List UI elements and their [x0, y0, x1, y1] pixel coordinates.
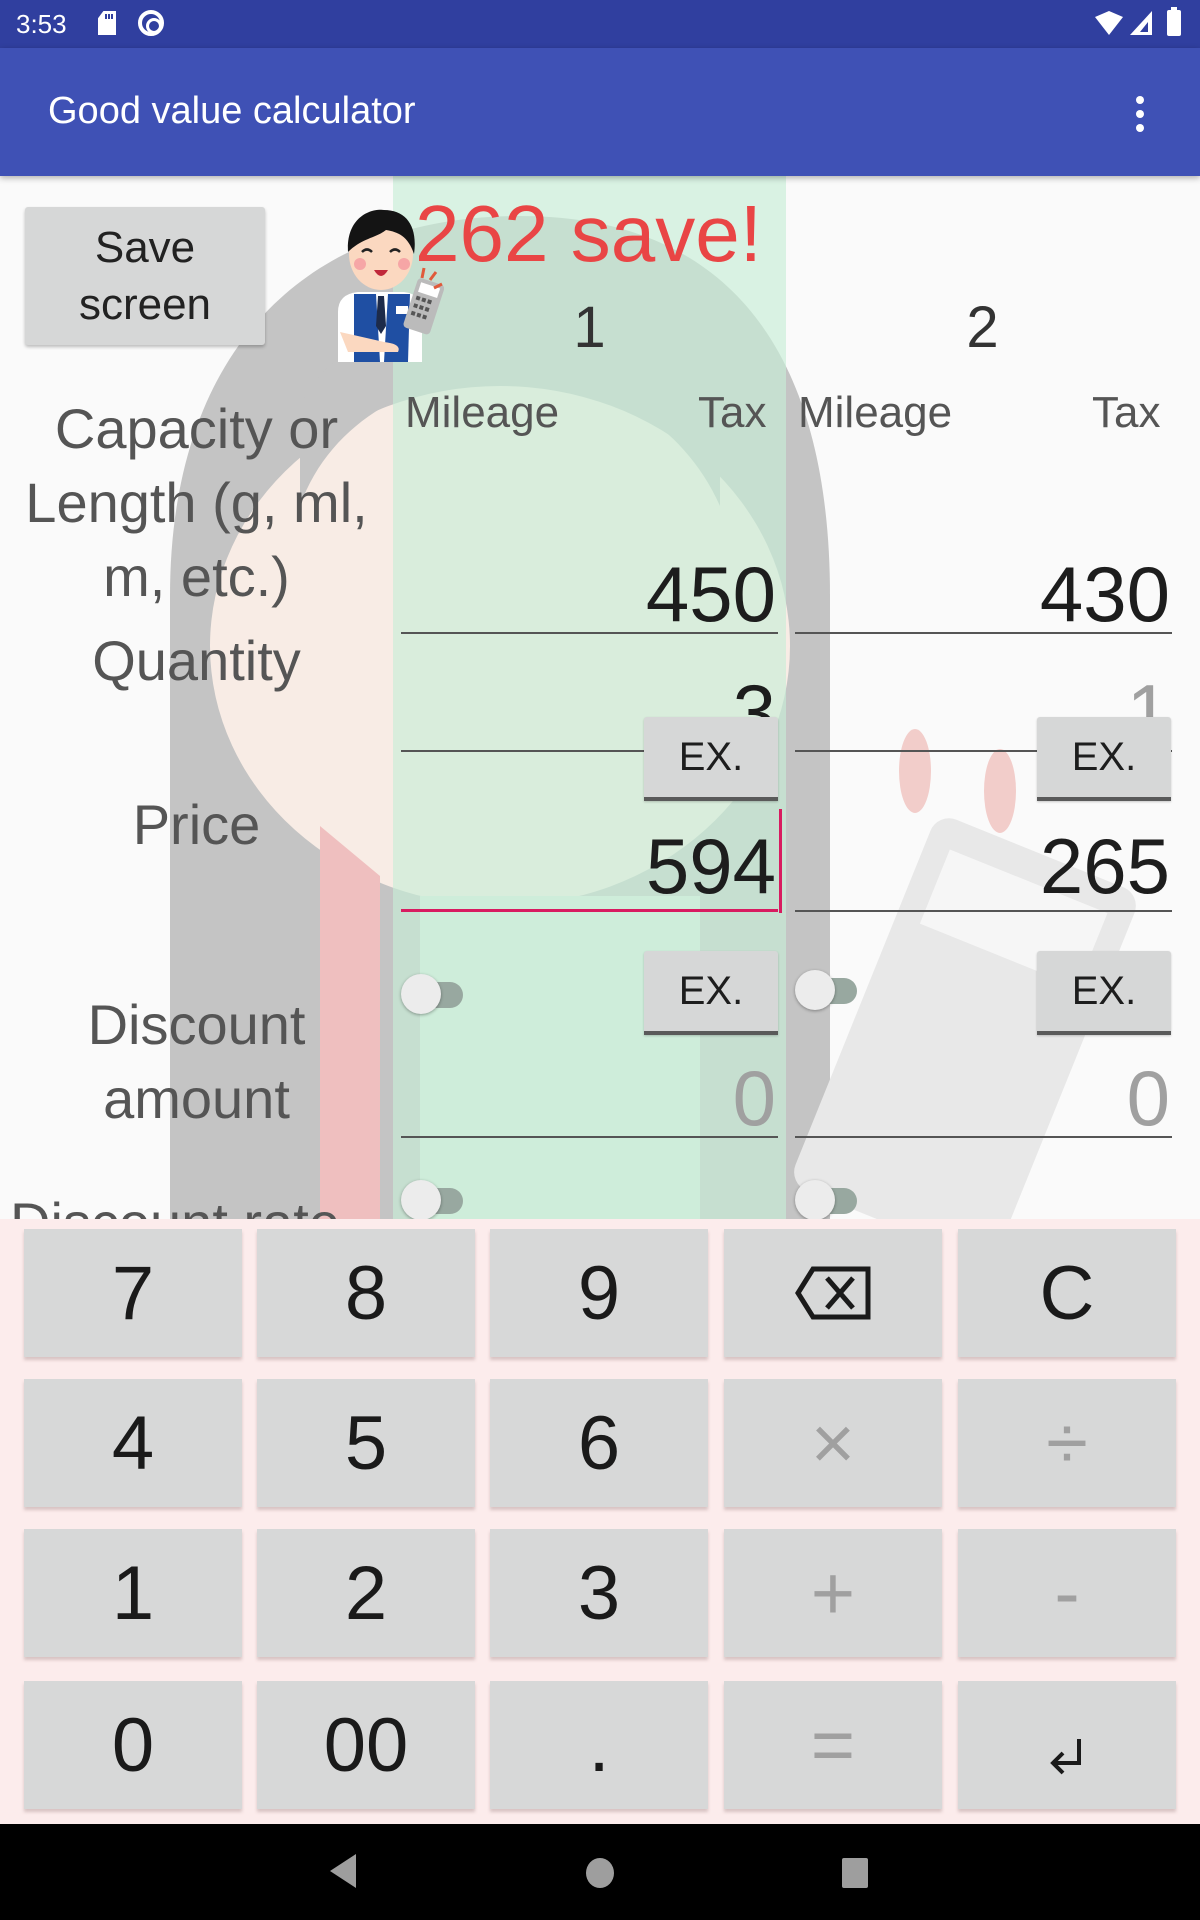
- discount-amount-field-1[interactable]: 0: [401, 1058, 778, 1138]
- key-8[interactable]: 8: [257, 1229, 475, 1357]
- key-label: 0: [111, 1702, 155, 1788]
- key-label: 4: [111, 1400, 155, 1486]
- decimal-key[interactable]: .: [490, 1681, 708, 1809]
- key-label: C: [1039, 1250, 1095, 1336]
- cellular-signal-icon: [1130, 11, 1152, 35]
- save-screen-button[interactable]: Save screen: [25, 207, 265, 345]
- discount-amount-field-2[interactable]: 0: [795, 1058, 1172, 1138]
- dot: [1136, 110, 1144, 118]
- key-label: 5: [344, 1400, 388, 1486]
- discount-ex-button-2[interactable]: EX.: [1037, 951, 1171, 1035]
- plus-key[interactable]: +: [724, 1529, 942, 1657]
- column-2-mileage-label: Mileage: [798, 388, 953, 437]
- app-bar: Good value calculator: [0, 48, 1200, 176]
- key-1[interactable]: 1: [24, 1529, 242, 1657]
- divide-key[interactable]: ÷: [958, 1379, 1176, 1507]
- key-label: .: [588, 1702, 610, 1788]
- enter-icon: [1050, 1739, 1081, 1775]
- calculator-form: Save screen 262 save! 1 2 Mileage Tax Mi…: [0, 176, 1200, 1219]
- discount-rate-switch-1[interactable]: [401, 1180, 467, 1219]
- savings-message: 262 save!: [415, 189, 762, 278]
- key-label: +: [810, 1550, 856, 1636]
- backspace-key[interactable]: [724, 1229, 942, 1357]
- keypad: 7 8 9 C 4 5 6 × ÷ 1 2 3 + -0 00. =: [0, 1219, 1200, 1824]
- discount-amount-switch-1[interactable]: [401, 974, 467, 1014]
- key-9[interactable]: 9: [490, 1229, 708, 1357]
- navigation-bar: [0, 1824, 1200, 1920]
- recents-icon[interactable]: [842, 1858, 868, 1888]
- status-bar: 3:53: [0, 0, 1200, 48]
- key-label: 2: [344, 1550, 388, 1636]
- battery-icon: [1167, 7, 1181, 36]
- discount-rate-label: Discount rate: [10, 1186, 340, 1219]
- equals-key[interactable]: =: [724, 1681, 942, 1809]
- sd-card-icon: [98, 11, 116, 35]
- price-ex-button-1[interactable]: EX.: [644, 717, 778, 801]
- key-6[interactable]: 6: [490, 1379, 708, 1507]
- key-label: 6: [577, 1400, 621, 1486]
- switch-thumb: [401, 974, 441, 1014]
- dot: [1136, 96, 1144, 104]
- key-3[interactable]: 3: [490, 1529, 708, 1657]
- capacity-field-1[interactable]: 450: [401, 554, 778, 634]
- key-label: ×: [810, 1400, 856, 1486]
- price-label: Price: [132, 793, 261, 856]
- key-label: ÷: [1046, 1400, 1088, 1486]
- key-4[interactable]: 4: [24, 1379, 242, 1507]
- switch-thumb: [401, 1180, 441, 1219]
- discount-ex-button-1[interactable]: EX.: [644, 951, 778, 1035]
- key-label: 3: [577, 1550, 621, 1636]
- price-ex-button-2[interactable]: EX.: [1037, 717, 1171, 801]
- column-1-tax-label: Tax: [698, 388, 767, 437]
- switch-thumb: [795, 970, 835, 1010]
- key-5[interactable]: 5: [257, 1379, 475, 1507]
- price-value-1: 594: [645, 822, 776, 910]
- column-2-tax-label: Tax: [1092, 388, 1161, 437]
- switch-thumb: [795, 1180, 835, 1219]
- key-label: 9: [577, 1250, 621, 1336]
- text-cursor: [779, 809, 782, 913]
- wifi-icon: [1095, 11, 1123, 35]
- key-0[interactable]: 0: [24, 1681, 242, 1809]
- key-00[interactable]: 00: [257, 1681, 475, 1809]
- capacity-field-2[interactable]: 430: [795, 554, 1172, 634]
- discount-rate-switch-2[interactable]: [795, 1180, 861, 1219]
- key-7[interactable]: 7: [24, 1229, 242, 1357]
- backspace-icon: [795, 1266, 871, 1320]
- quantity-label: Quantity: [92, 629, 301, 692]
- discount-amount-label: Discount amount: [87, 993, 306, 1130]
- back-icon[interactable]: [330, 1854, 356, 1888]
- price-field-1[interactable]: 594: [401, 809, 782, 913]
- key-2[interactable]: 2: [257, 1529, 475, 1657]
- dot: [1136, 124, 1144, 132]
- data-saver-icon: [138, 10, 164, 36]
- clear-key[interactable]: C: [958, 1229, 1176, 1357]
- column-2-number: 2: [966, 295, 999, 360]
- key-label: 1: [111, 1550, 155, 1636]
- app-title: Good value calculator: [48, 90, 416, 132]
- status-time: 3:53: [16, 9, 67, 39]
- home-icon[interactable]: [586, 1858, 614, 1888]
- discount-amount-switch-2[interactable]: [795, 970, 861, 1010]
- column-1-mileage-label: Mileage: [405, 388, 560, 437]
- save-screen-label: Save screen: [78, 223, 212, 329]
- key-label: -: [1054, 1550, 1080, 1636]
- multiply-key[interactable]: ×: [724, 1379, 942, 1507]
- key-label: 00: [323, 1702, 409, 1788]
- key-label: 8: [344, 1250, 388, 1336]
- capacity-label: Capacity or Length (g, ml, m, etc.): [25, 397, 368, 608]
- screen: 3:53 Good value calculator Save screen 2…: [0, 0, 1200, 1920]
- key-label: =: [810, 1702, 856, 1788]
- more-vert-icon[interactable]: [1124, 94, 1156, 134]
- price-field-2[interactable]: 265: [795, 826, 1172, 912]
- key-label: 7: [111, 1250, 155, 1336]
- column-1-number: 1: [573, 295, 606, 360]
- enter-key[interactable]: [958, 1681, 1176, 1809]
- minus-key[interactable]: -: [958, 1529, 1176, 1657]
